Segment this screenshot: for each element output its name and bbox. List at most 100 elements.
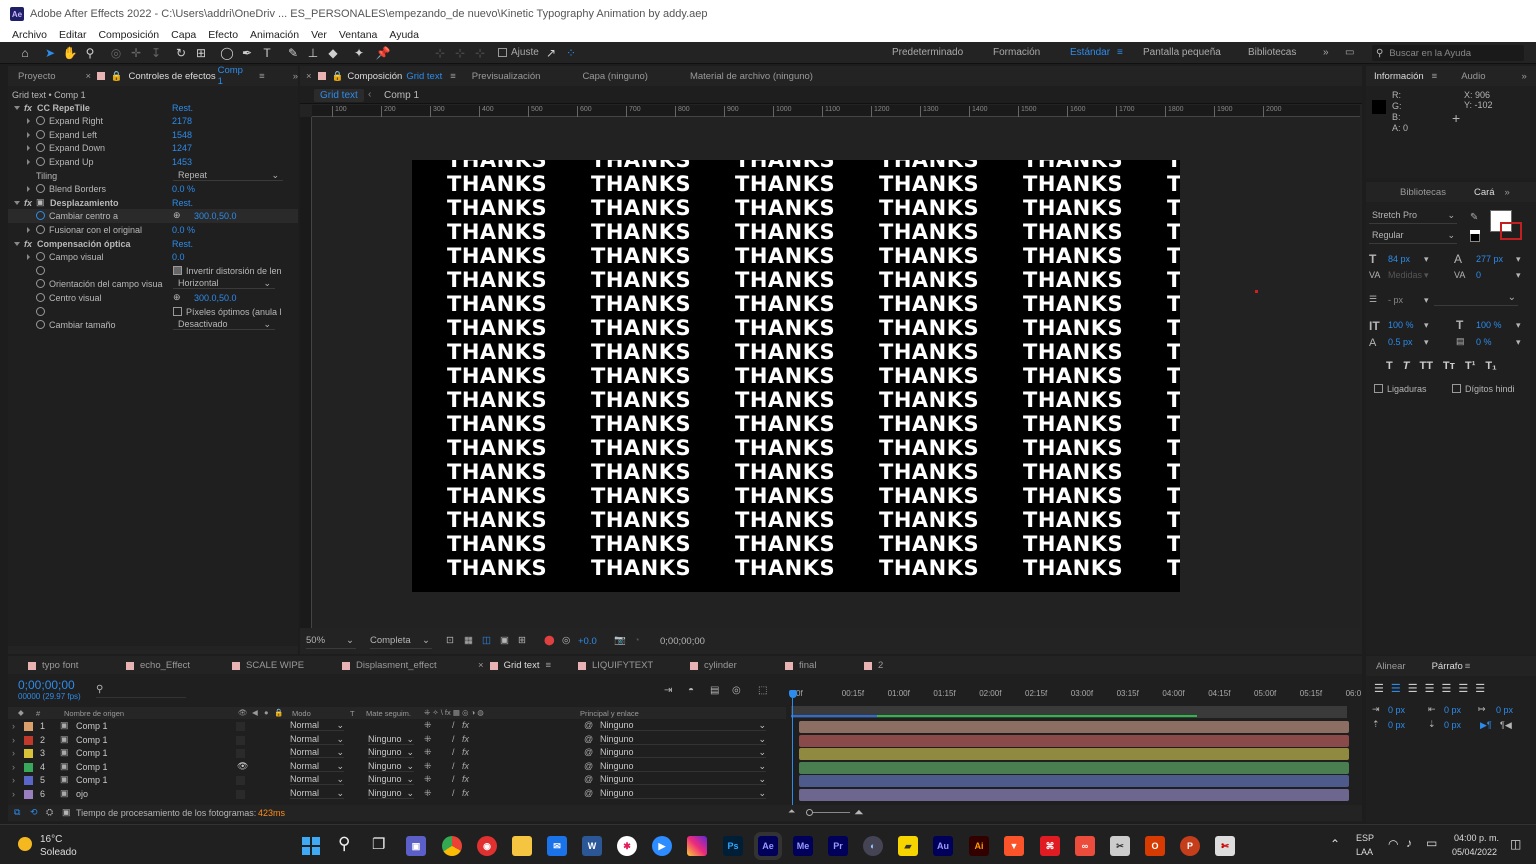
resolution-dropdown[interactable]: Completa ⌄ — [370, 635, 432, 649]
transparency-grid-icon[interactable]: ▦ — [464, 635, 473, 646]
param-expand-right-value[interactable]: 2178 — [172, 116, 192, 126]
fit-icon[interactable]: ⊡ — [446, 635, 454, 646]
mode-dropdown[interactable]: Normal ⌄ — [290, 761, 344, 772]
menu-composicion[interactable]: Composición — [98, 29, 159, 41]
mail-icon[interactable]: ✉ — [547, 836, 567, 856]
motion-blur-icon[interactable]: ◎ — [732, 685, 741, 696]
panel-overflow-icon[interactable]: » — [1505, 187, 1510, 198]
snap-checkbox[interactable] — [498, 48, 507, 57]
pickwhip-icon[interactable]: @ — [584, 747, 593, 757]
puppet-pin-icon[interactable]: 📌 — [375, 45, 391, 61]
fx-switch-icon[interactable]: fx — [462, 734, 469, 744]
color-channels-icon[interactable]: ⬤ — [544, 635, 555, 646]
twirl-closed-icon[interactable]: › — [12, 775, 15, 785]
tab-composicion-name[interactable]: Grid text — [406, 71, 442, 82]
layer-duration-bar[interactable] — [799, 761, 1349, 774]
twirl-closed-icon[interactable] — [27, 145, 30, 151]
tab-caracter[interactable]: Cará — [1464, 187, 1505, 198]
video-toggle[interactable] — [236, 722, 245, 731]
fx-icon[interactable]: fx — [24, 239, 32, 249]
mode-dropdown[interactable]: Normal ⌄ — [290, 788, 344, 799]
panel-menu-icon[interactable]: ≡ — [545, 660, 551, 671]
layer-name[interactable]: Comp 1 — [76, 748, 108, 758]
taskbar-me-icon[interactable]: Me — [793, 836, 813, 856]
stopwatch-icon[interactable] — [36, 184, 45, 193]
pickwhip-icon[interactable]: @ — [584, 774, 593, 784]
collapse-switch-icon[interactable]: ⁜ — [424, 747, 432, 758]
faux-bold-button[interactable]: T — [1386, 360, 1393, 372]
weather-sun-icon[interactable] — [18, 837, 32, 851]
clock-date[interactable]: 05/04/2022 — [1452, 847, 1497, 857]
twirl-closed-icon[interactable]: › — [12, 735, 15, 745]
fx-switch-icon[interactable]: fx — [462, 788, 469, 798]
word-icon[interactable]: W — [582, 836, 602, 856]
param-expand-left-value[interactable]: 1548 — [172, 130, 192, 140]
twirl-closed-icon[interactable] — [27, 132, 30, 138]
layer-duration-bar[interactable] — [799, 789, 1349, 801]
creative-cloud-icon[interactable]: ∞ — [1075, 836, 1095, 856]
stopwatch-icon[interactable] — [36, 307, 45, 316]
workspace-overflow-icon[interactable]: » — [1323, 47, 1329, 58]
panel-menu-icon[interactable]: ≡ — [1432, 71, 1438, 82]
camera-snapshot-icon[interactable]: 📷 — [614, 635, 626, 646]
stopwatch-icon[interactable] — [36, 143, 45, 152]
indent-first-value[interactable]: 0 px — [1496, 705, 1513, 715]
layer-row[interactable]: › 5 ▣ Comp 1 Normal ⌄ Ninguno ⌄ ⁜ / fx @ Ninguno ⌄ — [8, 774, 784, 787]
twirl-closed-icon[interactable]: › — [12, 789, 15, 799]
parent-dropdown[interactable]: Ninguno ⌄ — [600, 720, 766, 731]
chevron-down-icon[interactable]: ▾ — [1424, 254, 1429, 265]
comp-tab-liquifytext[interactable]: LIQUIFYTEXT — [578, 660, 653, 671]
justify-left-icon[interactable]: ☰ — [1425, 682, 1435, 695]
tsume-value[interactable]: 0 % — [1476, 337, 1492, 347]
subscript-button[interactable]: T₁ — [1485, 360, 1496, 372]
comp-tab-echo-effect[interactable]: echo_Effect — [126, 660, 190, 671]
reset-desplazamiento[interactable]: Rest. — [172, 198, 193, 208]
vertical-scale-value[interactable]: 100 % — [1388, 320, 1414, 330]
workspace-formacion[interactable]: Formación — [993, 47, 1040, 58]
acrobat-icon[interactable]: ⌘ — [1040, 836, 1060, 856]
orientation-dropdown[interactable]: Horizontal ⌄ — [173, 278, 275, 289]
tab-informacion[interactable]: Información — [1366, 71, 1432, 82]
stopwatch-icon[interactable] — [36, 130, 45, 139]
panel-menu-icon[interactable]: ≡ — [1465, 661, 1471, 672]
paint-icon[interactable]: ✂ — [1110, 836, 1130, 856]
fx-switch-icon[interactable]: fx — [462, 761, 469, 771]
slack-icon[interactable]: ✱ — [617, 836, 637, 856]
ltr-direction-icon[interactable]: ▶¶ — [1480, 720, 1492, 731]
stopwatch-icon[interactable] — [36, 116, 45, 125]
toggle-modes-icon[interactable]: ⟲ — [30, 807, 38, 818]
layer-duration-bar[interactable] — [799, 748, 1349, 761]
clone-stamp-icon[interactable]: ⊥ — [305, 45, 321, 61]
comp-tab-final[interactable]: final — [785, 660, 816, 671]
taskbar-ps-icon[interactable]: Ps — [723, 836, 743, 856]
twirl-closed-icon[interactable] — [27, 254, 30, 260]
tab-proyecto[interactable]: Proyecto — [8, 71, 66, 82]
col-source-name[interactable]: Nombre de origen — [64, 709, 124, 718]
tab-previsualizacion[interactable]: Previsualización — [462, 71, 551, 82]
justify-center-icon[interactable]: ☰ — [1442, 682, 1452, 695]
panel-menu-icon[interactable]: ≡ — [259, 71, 265, 82]
tracking-value[interactable]: 0 — [1476, 270, 1481, 280]
layer-name[interactable]: Comp 1 — [76, 775, 108, 785]
menu-animacion[interactable]: Animación — [250, 29, 299, 41]
chrome-icon[interactable] — [442, 836, 462, 856]
zoom-dropdown[interactable]: 50% ⌄ — [306, 635, 356, 649]
quality-switch-icon[interactable]: / — [452, 734, 455, 744]
close-icon[interactable]: × — [306, 71, 312, 82]
chevron-down-icon[interactable]: ▾ — [1424, 270, 1429, 281]
collapse-switch-icon[interactable]: ⁜ — [424, 720, 432, 731]
menu-ayuda[interactable]: Ayuda — [389, 29, 419, 41]
snipping-tool-icon[interactable]: ✄ — [1215, 836, 1235, 856]
layer-duration-bar[interactable] — [799, 734, 1349, 747]
video-toggle[interactable] — [236, 749, 245, 759]
office-icon[interactable]: O — [1145, 836, 1165, 856]
twirl-closed-icon[interactable] — [27, 118, 30, 124]
pickwhip-icon[interactable]: @ — [584, 720, 593, 730]
chevron-down-icon[interactable]: ▾ — [1516, 320, 1521, 331]
param-expand-down-value[interactable]: 1247 — [172, 143, 192, 153]
pickwhip-icon[interactable]: @ — [584, 734, 593, 744]
graph-editor-icon[interactable]: ⬚ — [758, 685, 767, 696]
fx-icon[interactable]: fx — [24, 198, 32, 208]
mask-visibility-icon[interactable]: ▣ — [500, 635, 509, 646]
stroke-type-dropdown[interactable]: ⌄ — [1434, 292, 1518, 306]
